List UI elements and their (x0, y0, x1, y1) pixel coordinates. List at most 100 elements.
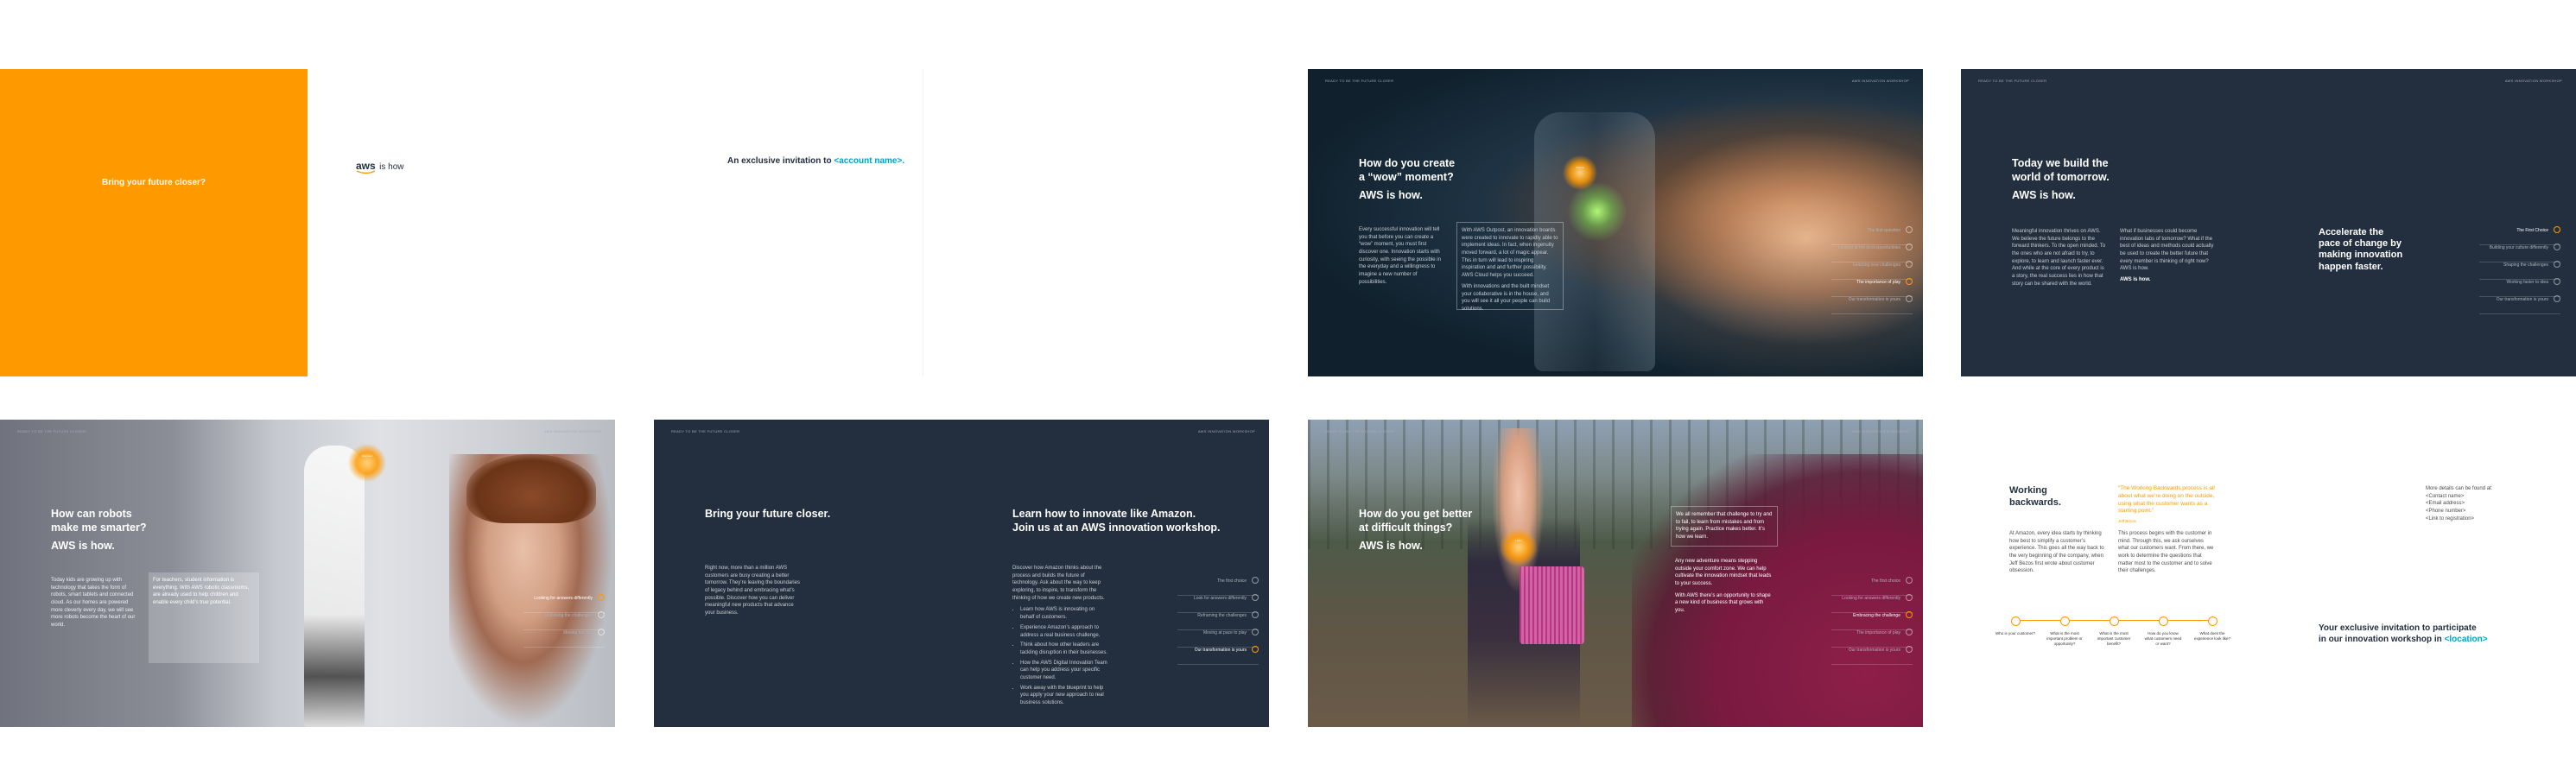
nav-item-4[interactable]: The importance of play (1831, 629, 1913, 648)
nav-label: Moving too fast (563, 630, 593, 635)
spread-header-right: AWS INNOVATION WORKSHOP (2504, 79, 2562, 83)
nav-dot-icon (1906, 611, 1913, 618)
aws-tagline: is how (379, 162, 404, 172)
callout-text: Accelerate the pace of change by making … (2319, 227, 2403, 272)
nav-item-3[interactable]: Shaping the challenges (2479, 261, 2560, 280)
workshop-details: Discover how Amazon thinks about the pro… (1012, 565, 1109, 710)
nav-dot-icon (1252, 577, 1259, 584)
photo-pink-bike-basket (1520, 566, 1584, 644)
nav-label: The First Choice (2516, 228, 2548, 233)
discover-orb-icon: Discover (348, 444, 386, 482)
inspire-orb-icon: Inspire (1563, 155, 1597, 190)
body-text-2: Any new adventure means stepping outside… (1675, 559, 1772, 587)
section-nav: The First Choice Building your culture d… (2479, 226, 2560, 314)
quote-author: Jeff Bezos (2118, 519, 2136, 524)
nav-dot-icon (598, 611, 605, 618)
bullet-item: How the AWS Digital Innovation Team can … (1020, 660, 1109, 682)
workshop-title-line-1: Learn how to innovate like Amazon. (1012, 508, 1196, 520)
contact-phone: <Phone number> (2426, 509, 2466, 515)
heading-tag: AWS is how. (1359, 189, 1423, 202)
account-name-placeholder: <account name>. (834, 156, 905, 166)
nav-dot-icon (1906, 577, 1913, 584)
spread-header-left: READY TO BE THE FUTURE CLOSER (1978, 79, 2047, 83)
nav-item-1[interactable]: The first choice (1177, 577, 1259, 596)
world-of-tomorrow-spread: READY TO BE THE FUTURE CLOSER AWS INNOVA… (1961, 69, 2576, 376)
step-label: How do you know what customers need or w… (2144, 631, 2182, 646)
nav-item-2[interactable]: Looking for answers differently (1831, 594, 1913, 613)
heading-line-1: Today we build the (2012, 157, 2109, 169)
photo-robot-arm (304, 446, 365, 727)
nav-item-1[interactable]: Looking for answers differently (523, 594, 605, 613)
contact-block: More details can be found at: <Contact n… (2426, 485, 2512, 522)
bullet-item: Experience Amazon’s approach to address … (1020, 624, 1109, 639)
nav-dot-icon (1906, 243, 1913, 250)
step-circle-icon (2207, 616, 2218, 626)
nav-item-3[interactable]: Embracing the challenge (1831, 611, 1913, 630)
nav-item-4[interactable]: Moving at pace to play (1177, 629, 1259, 648)
nav-item-5[interactable]: Our transformation is yours (1831, 646, 1913, 665)
contact-registration-link[interactable]: <Link to registration> (2426, 515, 2512, 523)
photo-boy-hair (466, 454, 596, 523)
quote-block: “The Working Backwards process is all ab… (2118, 485, 2215, 523)
nav-label: Looking for answers differently (1842, 596, 1900, 601)
nav-dot-icon (1906, 261, 1913, 268)
learn-orb-icon: Learn (1500, 528, 1538, 566)
nav-label: The first choice (1217, 579, 1247, 584)
nav-label: Unlocking the challenges (544, 613, 593, 618)
workshop-title-line-2: Join us at an AWS innovation workshop. (1012, 521, 1221, 534)
robots-spread: READY TO BE THE FUTURE CLOSER AWS INNOVA… (0, 420, 615, 727)
nav-item-5[interactable]: Our transformation is yours (1831, 295, 1913, 314)
spread-header-left: READY TO BE THE FUTURE CLOSER (17, 429, 86, 433)
nav-dot-icon (1906, 629, 1913, 635)
nav-label: Shaping the challenges (2503, 262, 2548, 268)
nav-label: Our transformation is yours (1194, 648, 1247, 653)
process-step-3: What is the most important customer bene… (2094, 616, 2134, 647)
nav-item-2[interactable]: Building your culture differently (2479, 243, 2560, 262)
step-label: What does the experience look like? (2193, 631, 2231, 641)
step-label: Who is your customer? (1995, 631, 2036, 635)
nav-dot-icon (1906, 646, 1913, 653)
nav-item-3[interactable]: Learning new challenges (1831, 261, 1913, 280)
nav-label: Our transformation is yours (2496, 297, 2548, 302)
heading-line-2: make me smarter? (51, 521, 147, 534)
heading-line-1: How can robots (51, 508, 132, 520)
nav-item-2[interactable]: Unlocking the challenges (523, 611, 605, 630)
nav-item-1[interactable]: The First Choice (2479, 226, 2560, 245)
process-timeline: Who is your customer? What is the most i… (1995, 616, 2232, 660)
heading-tag: AWS is how. (51, 540, 115, 553)
step-label: What is the most important customer bene… (2097, 631, 2131, 646)
nav-item-2[interactable]: Looking at the best opportunities (1831, 243, 1913, 262)
nav-item-3[interactable]: Reframing the challenges (1177, 611, 1259, 630)
nav-dot-icon (1252, 646, 1259, 653)
body-text-right: For teachers, student information is eve… (153, 578, 250, 606)
spread-heading: How can robots make me smarter? AWS is h… (51, 508, 146, 553)
nav-dot-icon (2554, 226, 2560, 233)
spread-header-right: AWS INNOVATION WORKSHOP (543, 429, 601, 433)
step-circle-icon (2109, 616, 2119, 626)
orb-label: Discover (362, 454, 372, 458)
nav-item-5[interactable]: Our transformation is yours (1177, 646, 1259, 665)
body-text-right-1: With AWS Outpost, an innovation boards w… (1462, 228, 1558, 279)
nav-item-1[interactable]: The first question (1831, 226, 1913, 245)
section-nav: The first choice Looking for answers dif… (1831, 577, 1913, 665)
nav-label: Working faster to idea (2506, 280, 2548, 285)
nav-dot-icon (598, 594, 605, 601)
workshop-bullet-list: Learn how AWS is innovating on behalf of… (1012, 606, 1109, 706)
body-text-right: This process begins with the customer in… (2118, 531, 2214, 574)
nav-item-4[interactable]: Working faster to idea (2479, 278, 2560, 297)
nav-item-5[interactable]: Our transformation is yours (2479, 295, 2560, 314)
workshop-intro: Discover how Amazon thinks about the pro… (1012, 566, 1105, 601)
spread-heading: How do you create a “wow” moment? AWS is… (1359, 157, 1455, 203)
heading-line-1: How do you get better (1359, 508, 1473, 520)
body-text-left: Today kids are growing up with technolog… (51, 578, 136, 629)
spread-heading: Bring your future closer. (705, 508, 831, 520)
nav-dot-icon (2554, 295, 2560, 302)
difficult-things-spread: READY TO BE THE FUTURE CLOSER AWS INNOVA… (1308, 420, 1923, 727)
nav-item-2[interactable]: Look for answers differently (1177, 594, 1259, 613)
nav-item-1[interactable]: The first choice (1831, 577, 1913, 596)
nav-item-3[interactable]: Moving too fast (523, 629, 605, 648)
nav-item-4[interactable]: The importance of play (1831, 278, 1913, 297)
nav-dot-icon (1252, 594, 1259, 601)
nav-dot-icon (598, 629, 605, 635)
body-text-box: With AWS Outpost, an innovation boards w… (1456, 222, 1564, 312)
